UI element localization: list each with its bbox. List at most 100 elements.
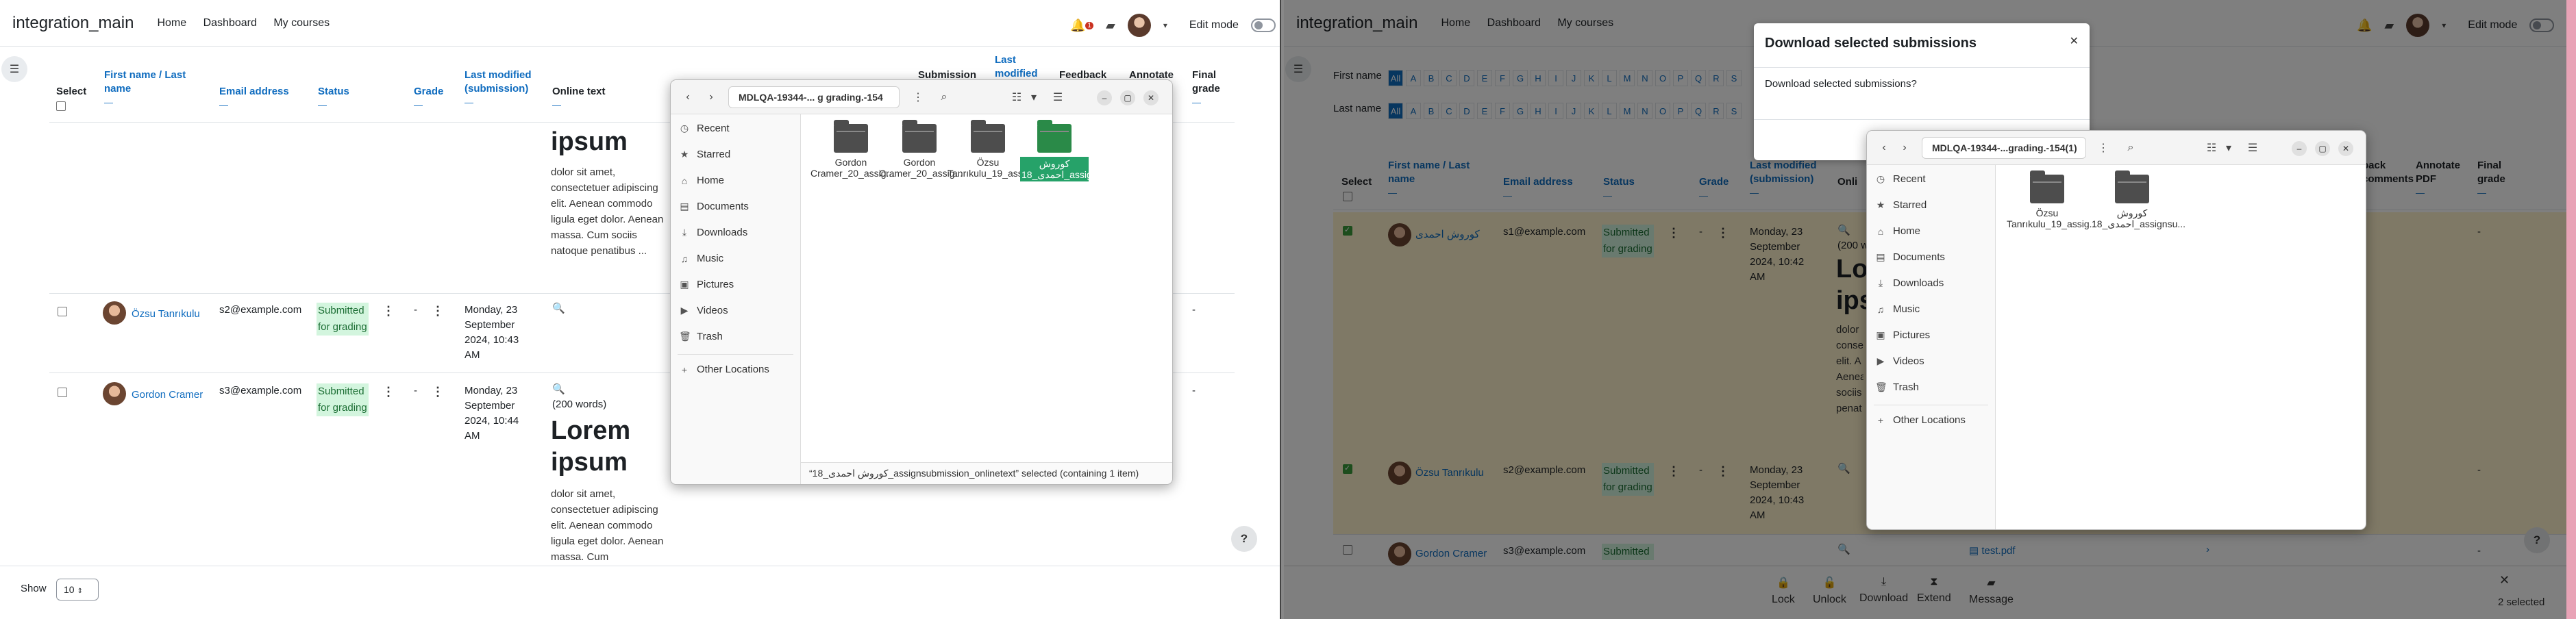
place-trash[interactable]: 🗑 Trash (1875, 381, 1919, 393)
download-icon: ⤓ (1878, 277, 1883, 288)
per-page-select[interactable]: 10 ⇕ (56, 579, 99, 601)
top-navbar: integration_main Home Dashboard My cours… (0, 0, 1280, 47)
chevron-down-icon[interactable]: ▾ (2222, 138, 2236, 158)
minimize-icon[interactable]: – (2292, 141, 2307, 156)
view-submission-icon[interactable]: 🔍 (552, 301, 565, 316)
help-icon[interactable]: ? (1231, 526, 1257, 552)
place-other-locations[interactable]: + Other Locations (679, 364, 769, 375)
grade-menu-icon[interactable]: ⋮ (432, 304, 444, 318)
minimize-icon[interactable]: – (1097, 90, 1112, 105)
folder-item[interactable]: کوروش احمدی_18_assignsu... (2092, 170, 2185, 229)
music-icon: ♫ (680, 253, 689, 264)
header-first-last[interactable]: First name / Last name— (104, 68, 193, 110)
view-toggle-icon[interactable]: ☷ (1006, 87, 1027, 108)
maximize-icon[interactable]: ▢ (2315, 141, 2330, 156)
more-options-icon[interactable]: ⋮ (908, 87, 928, 108)
back-icon[interactable]: ‹ (678, 87, 698, 108)
place-music[interactable]: ♫ Music (1875, 303, 1920, 315)
place-starred[interactable]: ★ Starred (679, 149, 730, 160)
more-options-icon[interactable]: ⋮ (2093, 138, 2114, 158)
place-videos[interactable]: ▶ Videos (1875, 355, 1924, 367)
nav-dashboard[interactable]: Dashboard (203, 17, 257, 29)
picture-icon: ▣ (680, 279, 689, 290)
last-modified-date: Monday, 23 September 2024, 10:43 AM (465, 304, 519, 361)
forward-icon[interactable]: › (1894, 138, 1915, 158)
place-downloads[interactable]: ⤓ Downloads (1875, 277, 1944, 289)
star-icon: ★ (680, 149, 689, 160)
place-trash[interactable]: 🗑 Trash (679, 331, 723, 342)
place-home[interactable]: ⌂ Home (679, 175, 724, 186)
header-grade[interactable]: Grade— (414, 85, 443, 112)
user-avatar[interactable] (1127, 14, 1151, 37)
header-email[interactable]: Email address— (219, 85, 301, 112)
row-checkbox[interactable] (58, 388, 67, 397)
path-bar[interactable]: MDLQA-19344-...grading.-154(1) (1922, 137, 2086, 159)
edit-mode-label: Edit mode (1189, 19, 1239, 31)
modal-divider (1754, 67, 2090, 68)
modal-close-icon[interactable]: ✕ (2070, 34, 2079, 48)
close-icon[interactable]: ✕ (2338, 141, 2353, 156)
file-manager-window: ‹ › MDLQA-19344-... g grading.-154 ⋮ ⌕ ☷… (670, 79, 1173, 485)
forward-icon[interactable]: › (701, 87, 721, 108)
notification-bell-icon[interactable]: 🔔 1 (1070, 18, 1093, 33)
file-manager-window: ‹ › MDLQA-19344-...grading.-154(1) ⋮ ⌕ ☷… (1866, 130, 2366, 530)
course-index-button[interactable]: ☰ (1, 56, 27, 82)
document-icon: ▤ (1876, 251, 1885, 262)
place-recent[interactable]: ◷ Recent (679, 123, 730, 134)
chevron-down-icon[interactable]: ▾ (1027, 87, 1041, 108)
select-all-checkbox[interactable] (56, 101, 66, 111)
edit-mode-toggle[interactable] (1250, 18, 1276, 32)
place-recent[interactable]: ◷ Recent (1875, 173, 1926, 185)
folder-icon (2030, 170, 2064, 203)
place-documents[interactable]: ▤ Documents (679, 201, 749, 212)
nav-home[interactable]: Home (157, 17, 186, 29)
folder-item-selected[interactable]: کوروش احمدی_18_assignsubmission_onlinete… (1020, 120, 1172, 181)
place-pictures[interactable]: ▣ Pictures (1875, 329, 1930, 341)
place-downloads[interactable]: ⤓ Downloads (679, 227, 747, 238)
back-icon[interactable]: ‹ (1874, 138, 1894, 158)
right-screen: integration_main Home Dashboard My cours… (1284, 0, 2576, 619)
header-last-modified-2[interactable]: Last modified (995, 53, 1043, 81)
place-home[interactable]: ⌂ Home (1875, 225, 1920, 237)
place-music[interactable]: ♫ Music (679, 253, 723, 264)
selection-status: “کوروش احمدی_18_assignsubmission_onlinet… (801, 462, 1172, 484)
row-checkbox[interactable] (58, 307, 67, 316)
user-icons: 🔔 1 ▰ ▾ Edit mode (1070, 14, 1276, 37)
updown-icon: ⇕ (77, 588, 83, 595)
primary-nav: Home Dashboard My courses (157, 17, 343, 29)
place-pictures[interactable]: ▣ Pictures (679, 279, 734, 290)
folder-item[interactable]: Özsu Tanrıkulu_19_assig... (2007, 170, 2097, 229)
student-name-link[interactable]: Özsu Tanrıkulu (132, 307, 200, 322)
search-icon[interactable]: ⌕ (2120, 138, 2141, 158)
menu-icon[interactable]: ☰ (1048, 87, 1068, 108)
header-last-modified[interactable]: Last modified (submission)— (465, 68, 540, 110)
folder-item[interactable]: Özsu Tanrıkulu_19_assig... (948, 120, 1038, 179)
grade-value: - (414, 385, 417, 396)
place-starred[interactable]: ★ Starred (1875, 199, 1927, 211)
grade-menu-icon[interactable]: ⋮ (432, 385, 444, 399)
view-toggle-icon[interactable]: ☷ (2201, 138, 2222, 158)
chevron-down-icon[interactable]: ▾ (1163, 21, 1167, 30)
site-name[interactable]: integration_main (12, 14, 134, 33)
star-icon: ★ (1876, 199, 1885, 210)
trash-icon: 🗑 (679, 331, 691, 342)
picture-icon: ▣ (1876, 329, 1885, 340)
view-submission-icon[interactable]: 🔍 (552, 382, 565, 397)
place-documents[interactable]: ▤ Documents (1875, 251, 1945, 263)
download-icon: ⤓ (682, 227, 687, 238)
nav-mycourses[interactable]: My courses (273, 17, 330, 29)
menu-icon[interactable]: ☰ (2242, 138, 2263, 158)
search-icon[interactable]: ⌕ (934, 87, 954, 108)
path-bar[interactable]: MDLQA-19344-... g grading.-154 (728, 86, 900, 108)
word-count: (200 words) (552, 399, 607, 410)
messages-icon[interactable]: ▰ (1106, 18, 1115, 33)
student-name-link[interactable]: Gordon Cramer (132, 388, 203, 403)
online-text-heading: ipsum (551, 127, 628, 156)
close-icon[interactable]: ✕ (1143, 90, 1159, 105)
place-videos[interactable]: ▶ Videos (679, 305, 728, 316)
header-status[interactable]: Status— (318, 85, 349, 112)
maximize-icon[interactable]: ▢ (1120, 90, 1135, 105)
status-menu-icon[interactable]: ⋮ (382, 304, 395, 318)
place-other-locations[interactable]: + Other Locations (1875, 414, 1966, 426)
status-menu-icon[interactable]: ⋮ (382, 385, 395, 399)
